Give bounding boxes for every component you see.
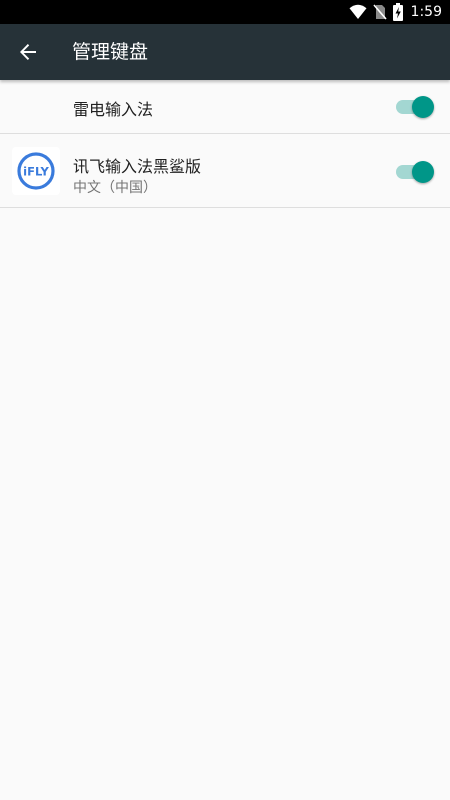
ifly-logo-icon: iFLY <box>12 147 60 195</box>
status-bar: 1:59 <box>0 0 450 24</box>
keyboard-list: 雷电输入法 iFLY 讯飞输入法黑鲨版 中文（中国） <box>0 80 450 208</box>
keyboard-item-ifly[interactable]: iFLY 讯飞输入法黑鲨版 中文（中国） <box>0 134 450 208</box>
keyboard-item-leidian[interactable]: 雷电输入法 <box>0 80 450 134</box>
keyboard-name: 讯飞输入法黑鲨版 <box>73 157 202 176</box>
ifly-logo-text: iFLY <box>23 165 49 179</box>
no-sim-icon <box>372 4 387 20</box>
keyboard-language: 中文（中国） <box>73 180 157 196</box>
keyboard-toggle-switch[interactable] <box>394 95 434 119</box>
keyboard-toggle-switch[interactable] <box>394 160 434 184</box>
status-time: 1:59 <box>410 4 442 20</box>
arrow-back-icon <box>19 43 37 61</box>
switch-thumb <box>412 161 434 183</box>
status-icons: 1:59 <box>343 0 442 24</box>
toolbar: 管理键盘 <box>0 24 450 80</box>
back-button[interactable] <box>8 32 48 72</box>
battery-charging-icon <box>392 3 403 21</box>
wifi-icon <box>349 4 367 20</box>
keyboard-name: 雷电输入法 <box>73 100 154 119</box>
switch-thumb <box>412 96 434 118</box>
page-title: 管理键盘 <box>72 41 149 63</box>
